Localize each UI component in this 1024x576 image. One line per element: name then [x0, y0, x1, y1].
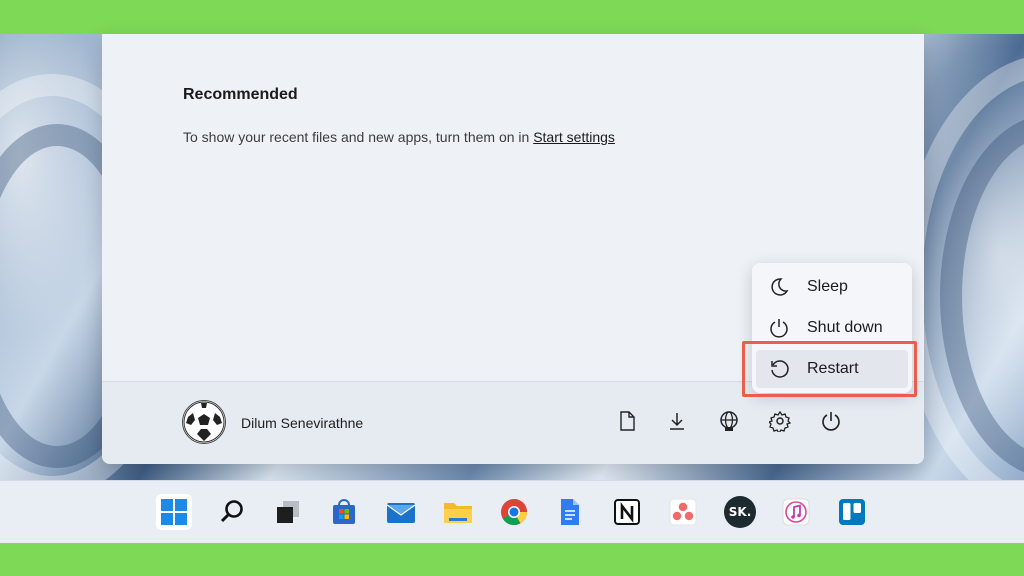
shut-down-menu-item[interactable]: Shut down — [752, 309, 912, 347]
windows-start-icon[interactable] — [156, 494, 192, 530]
user-name[interactable]: Dilum Senevirathne — [241, 415, 363, 431]
restart-label: Restart — [807, 360, 859, 377]
task-view-icon[interactable] — [270, 494, 306, 530]
taskbar: SK. — [0, 480, 1024, 543]
user-avatar[interactable] — [182, 400, 226, 444]
restart-icon — [771, 360, 789, 378]
sk-app-icon[interactable]: SK. — [722, 494, 758, 530]
asana-icon[interactable] — [665, 494, 701, 530]
recommended-text: To show your recent files and new apps, … — [183, 129, 530, 145]
settings-gear-icon[interactable] — [766, 407, 794, 435]
start-menu: Recommended To show your recent files an… — [102, 34, 924, 464]
sk-label: SK. — [724, 496, 756, 528]
recommended-description: To show your recent files and new apps, … — [183, 129, 615, 145]
search-icon[interactable] — [214, 494, 250, 530]
document-icon[interactable] — [613, 407, 641, 435]
trello-icon[interactable] — [834, 494, 870, 530]
downloads-icon[interactable] — [663, 407, 691, 435]
mail-icon[interactable] — [383, 494, 419, 530]
power-icon[interactable] — [817, 407, 845, 435]
power-menu: Sleep Shut down Restart — [752, 263, 912, 393]
power-icon — [770, 319, 788, 338]
notion-icon[interactable] — [609, 494, 645, 530]
google-docs-icon[interactable] — [552, 494, 588, 530]
soccer-ball-icon — [183, 401, 225, 443]
start-menu-footer: Dilum Senevirathne — [102, 382, 924, 464]
microsoft-store-icon[interactable] — [326, 494, 362, 530]
sleep-menu-item[interactable]: Sleep — [752, 268, 912, 306]
file-explorer-icon[interactable] — [440, 494, 476, 530]
itunes-icon[interactable] — [778, 494, 814, 530]
shut-down-label: Shut down — [807, 319, 883, 336]
chrome-icon[interactable] — [496, 494, 532, 530]
moon-icon — [771, 278, 789, 296]
sleep-label: Sleep — [807, 278, 848, 295]
recommended-heading: Recommended — [183, 86, 298, 103]
restart-menu-item[interactable]: Restart — [756, 350, 908, 388]
network-globe-icon[interactable] — [715, 407, 743, 435]
start-settings-link[interactable]: Start settings — [533, 129, 615, 145]
